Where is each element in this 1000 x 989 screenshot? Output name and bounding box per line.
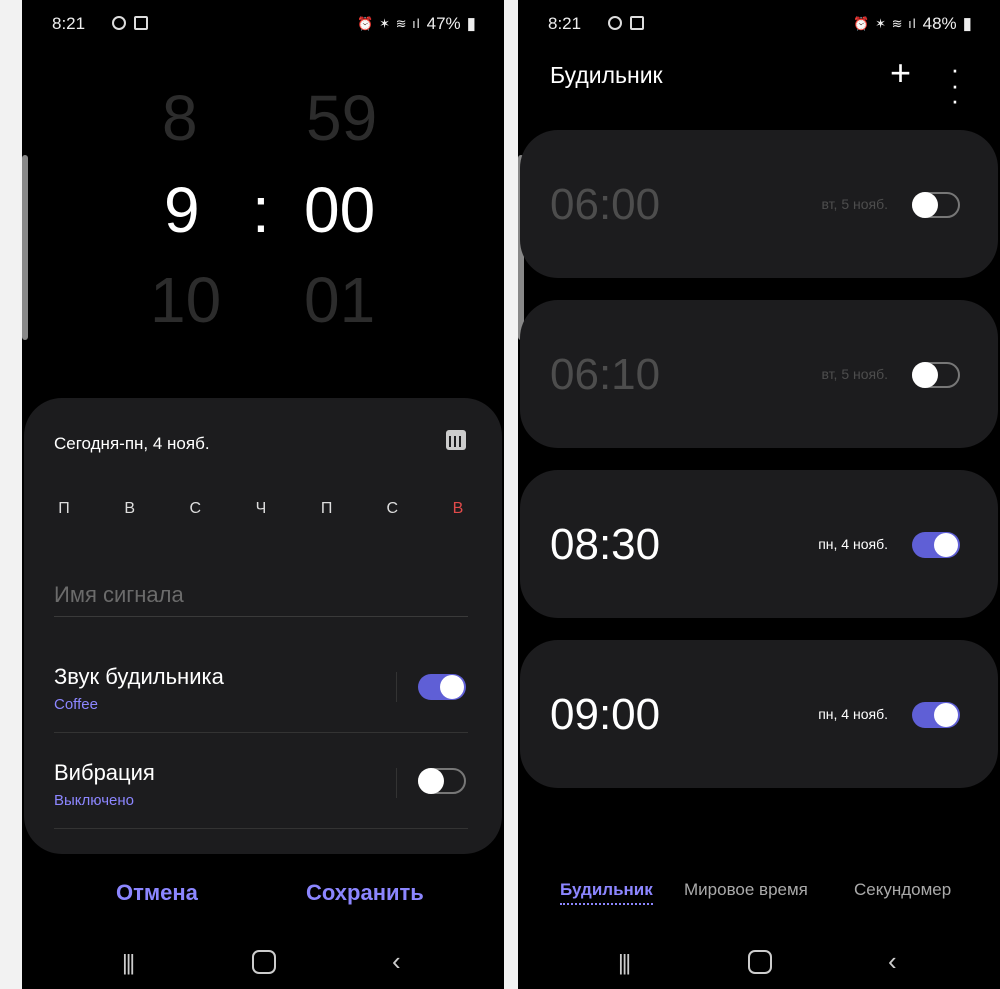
- day-wed[interactable]: С: [185, 500, 205, 518]
- alarm-date: пн, 4 нояб.: [818, 706, 888, 722]
- back-icon[interactable]: ‹: [888, 946, 897, 977]
- minute-next[interactable]: 01: [304, 268, 375, 332]
- weekday-selector: П В С Ч П С В: [54, 500, 468, 518]
- sound-toggle[interactable]: [418, 674, 466, 700]
- battery-icon: ▮: [466, 14, 476, 33]
- tab-world-clock[interactable]: Мировое время: [684, 880, 808, 900]
- add-alarm-icon[interactable]: +: [890, 52, 911, 94]
- home-icon[interactable]: [748, 950, 772, 974]
- status-bar: 8:21 ⏰ ✶ ≋ ıl 47% ▮: [22, 12, 504, 38]
- alarm-time: 08:30: [550, 520, 661, 569]
- alarm-card-0610[interactable]: 06:10 вт, 5 нояб.: [520, 300, 998, 448]
- sound-title[interactable]: Звук будильника: [54, 664, 224, 690]
- vibration-toggle[interactable]: [418, 768, 466, 794]
- day-fri[interactable]: П: [317, 500, 337, 518]
- page-title: Будильник: [550, 62, 663, 88]
- alarm-time: 09:00: [550, 690, 661, 739]
- tab-stopwatch[interactable]: Секундомер: [854, 880, 951, 900]
- alarm-toggle[interactable]: [912, 702, 960, 728]
- edge-panel-handle[interactable]: [22, 155, 28, 340]
- battery-percent: 48%: [922, 14, 957, 33]
- vibration-value: Выключено: [54, 792, 134, 809]
- alarm-card-0830[interactable]: 08:30 пн, 4 нояб.: [520, 470, 998, 618]
- vibration-title[interactable]: Вибрация: [54, 760, 155, 786]
- hour-prev[interactable]: 8: [162, 86, 198, 150]
- day-sat[interactable]: С: [382, 500, 402, 518]
- more-options-icon[interactable]: · · ·: [950, 56, 960, 113]
- alarm-time: 06:00: [550, 180, 661, 229]
- time-separator: :: [252, 174, 270, 246]
- navigation-bar: ||| ‹: [518, 946, 1000, 976]
- cancel-button[interactable]: Отмена: [116, 880, 198, 906]
- notification-icon: [112, 16, 126, 30]
- alarm-settings-sheet: Сегодня-пн, 4 нояб. П В С Ч П С В Имя си…: [24, 398, 502, 854]
- hour-next[interactable]: 10: [150, 268, 221, 332]
- alarm-list-screen: 8:21 ⏰ ✶ ≋ ıl 48% ▮ Будильник + · · · 06:0…: [518, 0, 1000, 989]
- recent-apps-icon[interactable]: |||: [618, 950, 631, 976]
- day-tue[interactable]: В: [120, 500, 140, 518]
- sound-value: Coffee: [54, 696, 98, 713]
- day-mon[interactable]: П: [54, 500, 74, 518]
- alarm-card-0900[interactable]: 09:00 пн, 4 нояб.: [520, 640, 998, 788]
- signal-icons: ⏰ ✶ ≋ ıl: [357, 16, 421, 31]
- signal-icons: ⏰ ✶ ≋ ıl: [853, 16, 917, 31]
- screenshot-icon: [134, 16, 148, 30]
- home-icon[interactable]: [252, 950, 276, 974]
- minute-selected[interactable]: 00: [304, 178, 375, 242]
- alarm-card-0600[interactable]: 06:00 вт, 5 нояб.: [520, 130, 998, 278]
- screenshot-icon: [630, 16, 644, 30]
- navigation-bar: ||| ‹: [22, 946, 504, 976]
- alarm-date: пн, 4 нояб.: [818, 536, 888, 552]
- battery-percent: 47%: [426, 14, 461, 33]
- alarm-edit-screen: 8:21 ⏰ ✶ ≋ ıl 47% ▮ 8 59 9 : 00 10 01 Се…: [22, 0, 504, 989]
- save-button[interactable]: Сохранить: [306, 880, 424, 906]
- notification-icon: [608, 16, 622, 30]
- alarm-time: 06:10: [550, 350, 661, 399]
- alarm-date: вт, 5 нояб.: [821, 366, 888, 382]
- alarm-date: вт, 5 нояб.: [821, 196, 888, 212]
- recent-apps-icon[interactable]: |||: [122, 950, 135, 976]
- minute-prev[interactable]: 59: [306, 86, 377, 150]
- hour-selected[interactable]: 9: [164, 178, 200, 242]
- back-icon[interactable]: ‹: [392, 946, 401, 977]
- alarm-name-input[interactable]: Имя сигнала: [54, 582, 468, 617]
- status-time: 8:21: [52, 14, 86, 33]
- alarm-toggle[interactable]: [912, 362, 960, 388]
- status-bar: 8:21 ⏰ ✶ ≋ ıl 48% ▮: [518, 12, 1000, 38]
- calendar-icon[interactable]: [446, 430, 466, 450]
- battery-icon: ▮: [962, 14, 972, 33]
- status-time: 8:21: [548, 14, 582, 33]
- alarm-date-label: Сегодня-пн, 4 нояб.: [54, 434, 210, 453]
- day-thu[interactable]: Ч: [251, 500, 271, 518]
- alarm-toggle[interactable]: [912, 532, 960, 558]
- alarm-toggle[interactable]: [912, 192, 960, 218]
- day-sun[interactable]: В: [448, 500, 468, 518]
- tab-alarm[interactable]: Будильник: [560, 880, 653, 905]
